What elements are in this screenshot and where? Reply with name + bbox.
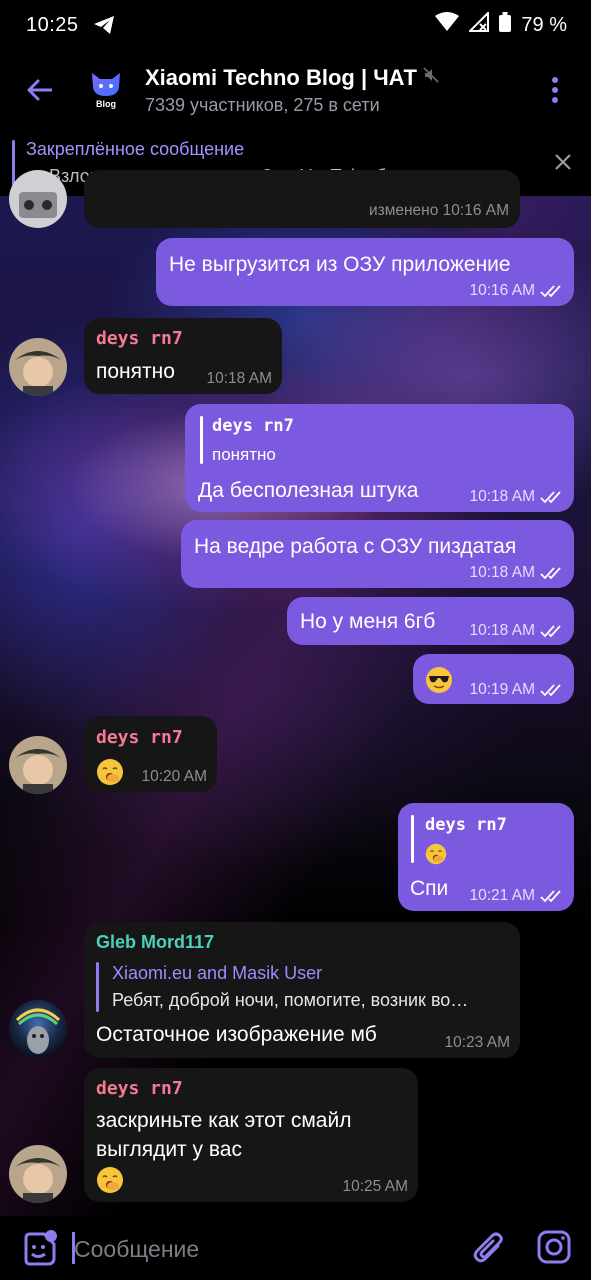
reply-indicator (96, 962, 99, 1012)
message-sender[interactable]: deys rn7 (96, 1078, 183, 1099)
blog-logo-icon (92, 73, 120, 96)
message-m1[interactable]: Не выгрузится из ОЗУ приложение 10:16 AM (156, 238, 574, 306)
message-time: 10:16 AM (470, 282, 565, 300)
reply-sender: deys rn7 (212, 416, 294, 436)
message-sender[interactable]: deys rn7 (96, 328, 183, 349)
attach-icon (473, 1232, 503, 1263)
sticker-button[interactable] (20, 1230, 60, 1270)
sunglasses-emoji (426, 667, 452, 693)
message-time: 10:18 AM (470, 564, 565, 582)
message-m4[interactable]: На ведре работа с ОЗУ пиздатая 10:18 AM (181, 520, 574, 588)
reply-indicator (411, 815, 414, 863)
battery-icon (499, 12, 512, 38)
message-time: 10:20 AM (141, 768, 208, 785)
telegram-send-icon (93, 15, 115, 35)
message-m3[interactable]: deys rn7 понятно Да бесполезная штука 10… (185, 404, 574, 512)
battery-percent: 79 % (521, 13, 567, 36)
pinned-indicator (12, 140, 15, 186)
message-input-bar: Сообщение (0, 1216, 591, 1280)
close-pinned-button[interactable] (551, 150, 575, 174)
wifi-icon (435, 12, 460, 38)
back-button[interactable] (0, 50, 78, 130)
more-options-button[interactable] (541, 72, 569, 108)
reply-sender: Xiaomi.eu and Masik User (112, 963, 323, 983)
back-arrow-icon (27, 79, 52, 101)
message-input[interactable]: Сообщение (74, 1236, 199, 1263)
yawning-emoji (425, 843, 447, 865)
message-sender[interactable]: Gleb Mord117 (96, 932, 214, 953)
message-time: 10:23 AM (444, 1034, 511, 1051)
double-check-icon (540, 890, 561, 903)
robot-avatar[interactable] (9, 170, 67, 228)
message-time: 10:21 AM (470, 887, 565, 905)
pinned-title: Закреплённое сообщение (26, 139, 245, 159)
gleb-avatar[interactable] (9, 1000, 67, 1058)
message-m5[interactable]: Но у меня 6гб 10:18 AM (287, 597, 574, 645)
message-text-line1: заскриньте как этот смайл (96, 1109, 352, 1132)
status-bar: 10:25 79 % (0, 0, 591, 50)
double-check-icon (540, 684, 561, 697)
message-text: На ведре работа с ОЗУ пиздатая (194, 535, 517, 558)
chat-title: Xiaomi Techno Blog | ЧАТ (145, 64, 417, 90)
message-text: Спи (410, 877, 449, 900)
reply-text: Ребят, доброй ночи, помогите, возник во… (112, 990, 469, 1010)
sticker-icon (24, 1230, 57, 1266)
camera-button[interactable] (537, 1230, 571, 1264)
message-m2[interactable]: deys rn7 понятно 10:18 AM (84, 318, 282, 394)
message-sender[interactable]: deys rn7 (96, 727, 183, 748)
deys-avatar[interactable] (9, 338, 67, 396)
more-vert-icon (552, 77, 558, 103)
chat-avatar[interactable]: Blog (80, 64, 132, 116)
message-time: 10:25 AM (342, 1178, 409, 1195)
message-m7[interactable]: deys rn7 10:20 AM (84, 716, 217, 792)
reply-indicator (200, 416, 203, 464)
message-text: Да бесполезная штука (198, 479, 419, 502)
message-m6[interactable]: 10:19 AM (413, 654, 574, 704)
message-m10[interactable]: deys rn7 заскриньте как этот смайл выгля… (84, 1068, 418, 1202)
message-time: 10:18 AM (206, 370, 273, 387)
deys-avatar[interactable] (9, 1145, 67, 1203)
status-time: 10:25 (26, 13, 79, 36)
no-signal-icon (467, 10, 490, 38)
yawning-emoji (97, 759, 123, 785)
yawning-emoji (97, 1167, 123, 1193)
mute-icon (423, 67, 439, 88)
message-time: 10:18 AM (470, 488, 565, 506)
attach-button[interactable] (472, 1230, 506, 1268)
message-text-line2: выглядит у вас (96, 1138, 242, 1161)
chat-header: Blog Xiaomi Techno Blog | ЧАТ 7339 участ… (0, 50, 591, 130)
double-check-icon (540, 625, 561, 638)
message-time: изменено 10:16 AM (368, 202, 509, 219)
camera-icon (537, 1230, 571, 1264)
double-check-icon (540, 285, 561, 298)
chat-avatar-label: Blog (96, 99, 116, 109)
message-text: Не выгрузится из ОЗУ приложение (169, 253, 511, 276)
message-time: 10:19 AM (470, 681, 565, 699)
reply-sender: deys rn7 (425, 815, 507, 835)
chat-info[interactable]: Xiaomi Techno Blog | ЧАТ 7339 участников… (145, 65, 439, 116)
reply-text: понятно (212, 445, 276, 464)
chat-subtitle: 7339 участников, 275 в сети (145, 94, 380, 115)
double-check-icon (540, 491, 561, 504)
double-check-icon (540, 567, 561, 580)
message-text: Остаточное изображение мб (96, 1023, 377, 1046)
message-time: 10:18 AM (470, 622, 565, 640)
close-icon (555, 154, 571, 170)
message-m0[interactable]: изменено 10:16 AM (84, 170, 520, 228)
message-text: понятно (96, 360, 175, 383)
deys-avatar[interactable] (9, 736, 67, 794)
message-m8[interactable]: deys rn7 Спи 10:21 AM (398, 803, 574, 911)
message-m9[interactable]: Gleb Mord117 Xiaomi.eu and Masik User Ре… (84, 922, 520, 1058)
message-text: Но у меня 6гб (300, 610, 436, 633)
